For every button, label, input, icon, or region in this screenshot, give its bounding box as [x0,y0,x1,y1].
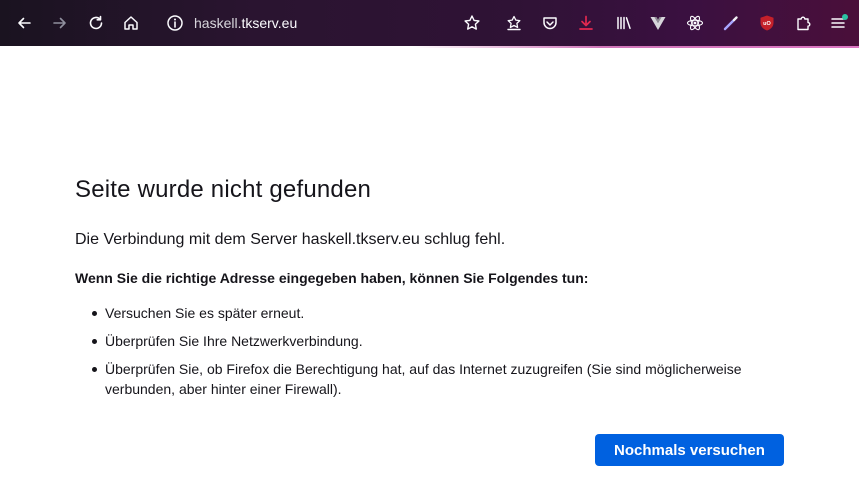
url-prefix: haskell. [194,15,242,31]
extensions-button[interactable] [789,9,817,37]
suggestions-list: Versuchen Sie es später erneut. Überprüf… [75,303,795,407]
pocket-button[interactable] [536,9,564,37]
reading-list-button[interactable] [500,9,528,37]
library-icon [617,16,631,30]
suggestions-heading: Wenn Sie die richtige Adresse eingegeben… [75,270,589,286]
bookmark-star-icon [464,15,480,30]
reading-list-icon [507,15,521,31]
forward-button[interactable] [46,9,74,37]
ublock-button[interactable]: uO [753,9,781,37]
error-message: Die Verbindung mit dem Server haskell.tk… [75,231,506,248]
back-button[interactable] [10,9,38,37]
url-text[interactable]: haskell.tkserv.eu [194,15,297,31]
home-button[interactable] [117,9,145,37]
list-item: Überprüfen Sie, ob Firefox die Berechtig… [75,359,795,399]
bullet-icon [92,367,97,372]
site-info-icon[interactable] [164,12,186,34]
vue-devtools-icon [650,17,666,30]
notification-dot [842,14,848,20]
bullet-icon [92,339,97,344]
downloads-button[interactable] [572,9,600,37]
library-button[interactable] [610,9,638,37]
toolbar-accent-line [0,46,859,48]
bookmark-star-button[interactable] [458,9,486,37]
suggestion-text: Versuchen Sie es später erneut. [105,305,305,321]
home-icon [124,16,138,30]
react-devtools-button[interactable] [681,9,709,37]
color-picker-icon [723,16,738,31]
list-item: Versuchen Sie es später erneut. [75,303,795,323]
ublock-icon: uO [760,15,774,31]
extensions-icon [797,16,811,31]
forward-icon [53,17,66,29]
url-host: tkserv.eu [241,15,298,31]
vue-devtools-button[interactable] [644,9,672,37]
bullet-icon [92,311,97,316]
color-picker-button[interactable] [717,9,745,37]
pocket-icon [543,17,557,30]
list-item: Überprüfen Sie Ihre Netzwerkverbindung. [75,331,795,351]
svg-text:uO: uO [763,21,771,27]
reload-icon [89,15,103,30]
retry-button[interactable]: Nochmals versuchen [595,434,784,466]
back-icon [18,17,31,29]
react-devtools-icon [686,15,704,31]
download-icon [579,15,593,30]
suggestion-text: Überprüfen Sie Ihre Netzwerkverbindung. [105,333,363,349]
suggestion-text: Überprüfen Sie, ob Firefox die Berechtig… [105,361,742,397]
browser-toolbar: haskell.tkserv.eu uO [0,0,859,46]
url-bar[interactable]: haskell.tkserv.eu [160,9,450,37]
page-title: Seite wurde nicht gefunden [75,176,372,203]
app-menu-button[interactable] [824,9,852,37]
reload-button[interactable] [82,9,110,37]
